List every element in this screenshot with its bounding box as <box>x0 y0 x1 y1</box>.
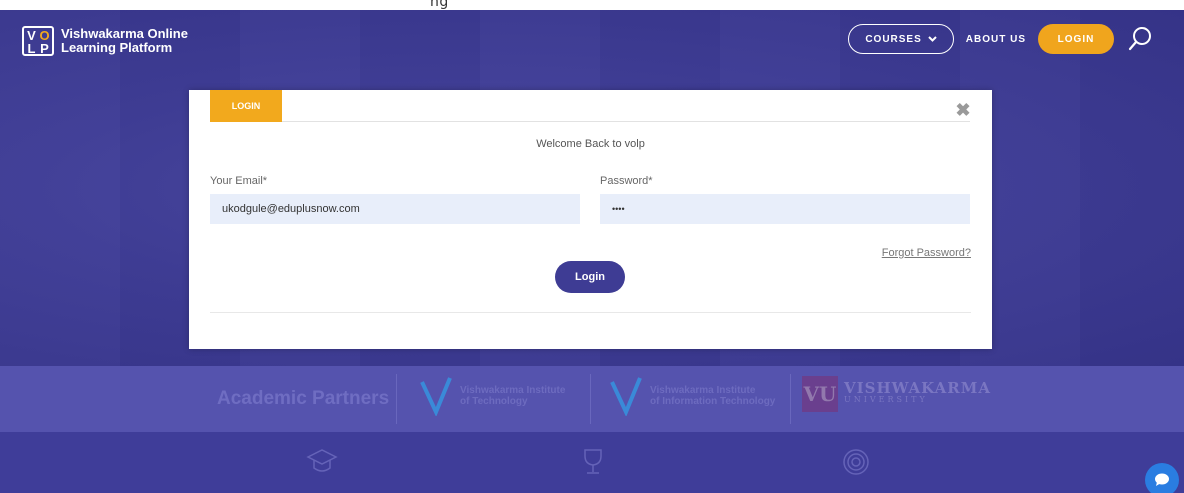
logo-letter-p: P <box>40 41 49 56</box>
partner-vit-line-1: Vishwakarma Institute <box>460 385 566 396</box>
site-logo[interactable]: V O L P Vishwakarma Online Learning Plat… <box>22 26 188 56</box>
tab-underline <box>282 121 970 122</box>
about-us-link[interactable]: ABOUT US <box>962 34 1030 45</box>
logo-line-1: Vishwakarma Online <box>61 26 188 41</box>
partner-vit-name: Vishwakarma Institute of Technology <box>460 385 565 407</box>
courses-label: COURSES <box>865 33 922 45</box>
partners-title: Academic Partners <box>217 388 390 409</box>
courses-dropdown-button[interactable]: COURSES <box>848 24 954 54</box>
vu-name-main: VISHWAKARMA <box>844 379 991 397</box>
trophy-icon <box>584 449 602 474</box>
partner-vit-line-2: of Technology <box>460 396 528 407</box>
tab-login[interactable]: LOGIN <box>210 90 282 122</box>
top-strip-text: ng <box>430 0 449 10</box>
logo-line-2: Learning Platform <box>61 40 173 55</box>
partner-vu[interactable]: VU VISHWAKARMA UNIVERSITY <box>802 376 991 412</box>
partner-divider <box>590 374 591 424</box>
logo-letter-l: L <box>27 41 36 56</box>
top-nav: COURSES ABOUT US LOGIN <box>848 24 1154 54</box>
welcome-message: Welcome Back to volp <box>536 138 645 150</box>
features-band <box>0 432 1184 493</box>
target-icon <box>843 449 869 475</box>
password-field[interactable]: •••• <box>600 194 970 224</box>
close-icon[interactable]: ✖ <box>955 101 971 119</box>
vu-name: VISHWAKARMA UNIVERSITY <box>844 379 991 406</box>
login-modal: LOGIN ✖ Welcome Back to volp Your Email*… <box>189 90 992 349</box>
email-field[interactable]: ukodgule@eduplusnow.com <box>210 194 580 224</box>
partner-divider <box>396 374 397 424</box>
partner-divider <box>790 374 791 424</box>
graduation-cap-icon <box>306 449 338 472</box>
login-submit-button[interactable]: Login <box>555 261 625 293</box>
partner-viit-line-1: Vishwakarma Institute <box>650 385 756 396</box>
search-icon[interactable] <box>1126 25 1154 53</box>
academic-partners-band: Academic Partners Vishwakarma Institute … <box>0 366 1184 432</box>
partner-viit-line-2: of Information Technology <box>650 396 776 407</box>
top-strip: ng <box>0 0 1184 10</box>
vit-logo-icon <box>420 377 452 416</box>
partner-vit[interactable]: Vishwakarma Institute of Technology <box>418 376 565 416</box>
chevron-down-icon <box>928 36 937 42</box>
modal-divider <box>210 312 971 313</box>
password-label: Password* <box>600 175 653 187</box>
logo-text: Vishwakarma Online Learning Platform <box>61 27 188 55</box>
email-label: Your Email* <box>210 175 268 187</box>
vu-logo-icon: VU <box>802 376 838 412</box>
chat-bubble-icon[interactable] <box>1145 463 1179 493</box>
partner-viit[interactable]: Vishwakarma Institute of Information Tec… <box>608 376 775 416</box>
forgot-password-link[interactable]: Forgot Password? <box>882 247 971 259</box>
logo-mark: V O L P <box>22 26 54 56</box>
partner-viit-name: Vishwakarma Institute of Information Tec… <box>650 385 775 407</box>
speech-bubble-icon <box>1155 473 1169 486</box>
viit-logo-icon <box>610 377 642 416</box>
nav-login-button[interactable]: LOGIN <box>1038 24 1114 54</box>
